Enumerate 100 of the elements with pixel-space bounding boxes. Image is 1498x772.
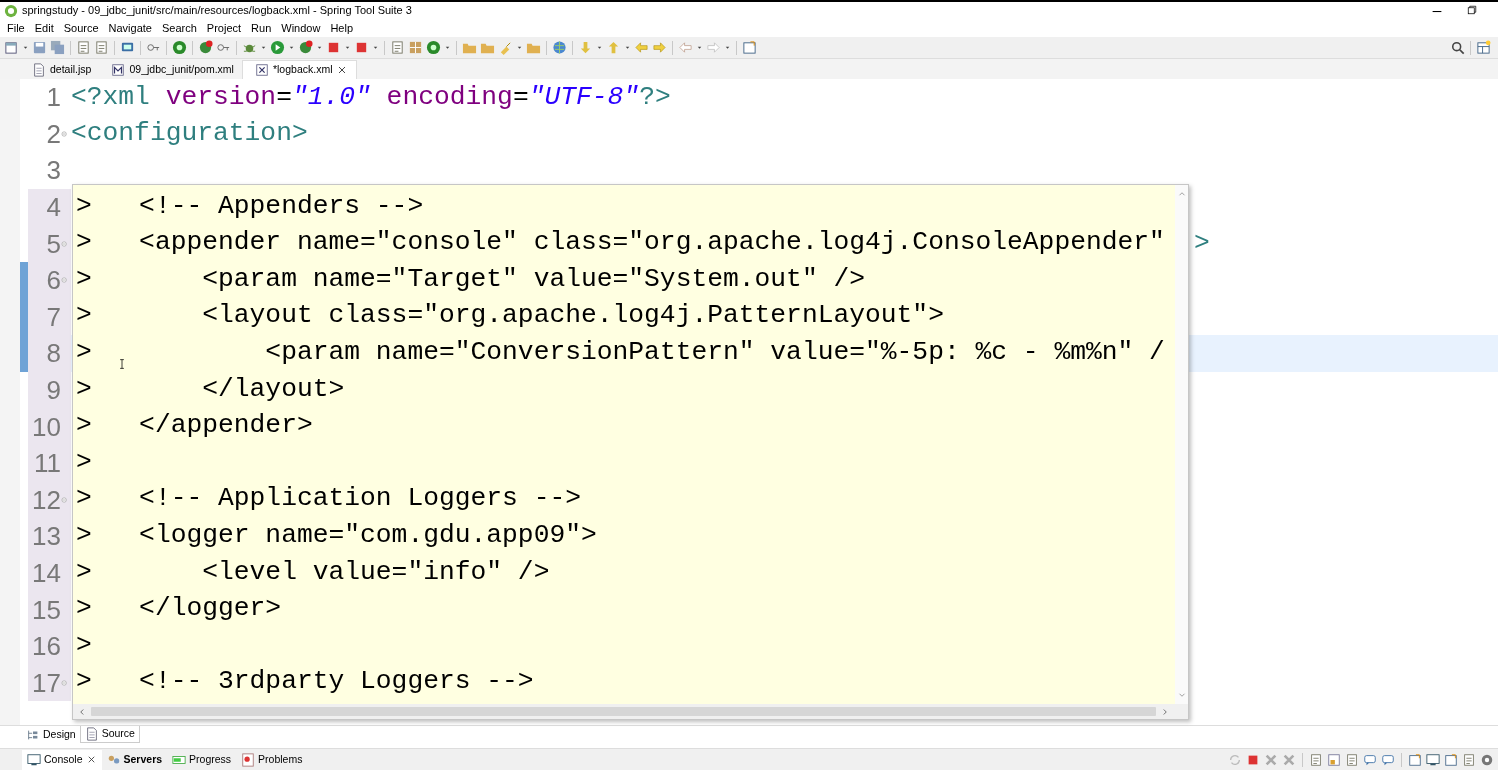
window-icon[interactable]	[742, 40, 757, 55]
whitespace-marker: >	[76, 226, 92, 260]
editor-mode-tab[interactable]: Design	[22, 726, 80, 743]
back-arrow-icon[interactable]	[634, 40, 649, 55]
caret-icon[interactable]	[516, 44, 523, 51]
view-tab[interactable]: Servers	[101, 749, 168, 770]
document-icon[interactable]	[1309, 752, 1323, 767]
stop-icon[interactable]	[326, 40, 341, 55]
ring-icon[interactable]	[426, 40, 441, 55]
view-tab[interactable]: Problems	[236, 749, 308, 770]
whitespace-marker: >	[76, 555, 92, 589]
line-number: 10	[32, 413, 61, 440]
view-tab[interactable]: Progress	[167, 749, 237, 770]
new-file-icon[interactable]	[4, 40, 19, 55]
menu-item[interactable]: Window	[276, 19, 326, 37]
chat-icon[interactable]	[1363, 752, 1377, 767]
caret-icon[interactable]	[260, 44, 267, 51]
save-icon[interactable]	[32, 40, 47, 55]
window-icon[interactable]	[1408, 752, 1422, 767]
xml-file-icon	[254, 63, 269, 77]
caret-icon[interactable]	[288, 44, 295, 51]
line-number: 17	[32, 669, 61, 696]
whitespace-marker: >	[76, 482, 92, 516]
code-line: <logger name="com.gdu.app09">	[139, 518, 597, 552]
problems-icon	[241, 752, 256, 767]
save-all-icon[interactable]	[50, 40, 65, 55]
code-line: <!-- 3rdparty Loggers -->	[139, 665, 534, 699]
gear-icon[interactable]	[1480, 752, 1494, 767]
code-line: <param name="Target" value="System.out" />	[202, 262, 866, 296]
scrollbar-thumb[interactable]	[91, 707, 1156, 716]
lock-icon[interactable]	[1327, 752, 1341, 767]
whitespace-marker: >	[76, 335, 92, 369]
line-number: 12	[32, 486, 61, 513]
search-icon[interactable]	[1451, 40, 1465, 55]
back-arrow-icon[interactable]	[678, 40, 693, 55]
document-icon[interactable]	[76, 40, 91, 55]
caret-icon[interactable]	[724, 44, 731, 51]
badge-icon[interactable]	[198, 40, 213, 55]
forward-arrow-icon[interactable]	[652, 40, 667, 55]
code-line: </layout>	[202, 372, 345, 406]
line-number: 9	[46, 377, 61, 404]
editor-tab[interactable]: *logback.xml	[241, 60, 358, 79]
whitespace-marker: >	[76, 628, 92, 662]
menu-item[interactable]: Run	[246, 19, 277, 37]
caret-icon[interactable]	[696, 44, 703, 51]
line-number: 16	[32, 633, 61, 660]
code-line: >	[1194, 226, 1210, 260]
whitespace-marker: >	[76, 518, 92, 552]
document-icon[interactable]	[94, 40, 109, 55]
line-number: 15	[32, 596, 61, 623]
line-number: 3	[46, 157, 61, 184]
document-icon[interactable]	[1345, 752, 1359, 767]
grid-icon[interactable]	[408, 40, 423, 55]
caret-icon[interactable]	[624, 44, 631, 51]
line-number: 7	[46, 303, 61, 330]
menu-item[interactable]: Search	[157, 19, 202, 37]
restore-icon[interactable]	[1466, 3, 1478, 16]
caret-icon[interactable]	[22, 44, 29, 51]
chat-icon[interactable]	[1381, 752, 1395, 767]
caret-icon[interactable]	[372, 44, 379, 51]
menu-item[interactable]: Navigate	[103, 19, 157, 37]
code-line: <!-- Appenders -->	[139, 189, 424, 223]
menu-item[interactable]: Edit	[29, 19, 59, 37]
stop-icon[interactable]	[354, 40, 369, 55]
whitespace-marker: >	[76, 299, 92, 333]
monitor-icon	[27, 752, 41, 767]
caret-icon[interactable]	[444, 44, 451, 51]
code-line: <layout class="org.apache.log4j.PatternLayout">	[202, 299, 944, 333]
editor-tab[interactable]: detail.jsp	[20, 60, 100, 79]
line-number: 6	[46, 267, 61, 294]
whitespace-marker: >	[76, 592, 92, 626]
window-icon[interactable]	[1444, 752, 1458, 767]
line-number: 4	[46, 194, 61, 221]
line-number: 1	[46, 84, 61, 111]
caret-icon[interactable]	[316, 44, 323, 51]
caret-icon[interactable]	[344, 44, 351, 51]
remove-icon[interactable]	[1264, 752, 1278, 767]
ring-icon[interactable]	[172, 40, 187, 55]
remove-all-icon[interactable]	[1282, 752, 1296, 767]
menu-item[interactable]: Source	[58, 19, 104, 37]
editor-tab[interactable]: 09_jdbc_junit/pom.xml	[99, 60, 242, 79]
run-icon[interactable]	[270, 40, 285, 55]
globe-icon[interactable]	[552, 40, 567, 55]
code-line: </appender>	[139, 409, 313, 443]
record-icon[interactable]	[298, 40, 313, 55]
menu-item[interactable]: Project	[201, 19, 247, 37]
caret-icon[interactable]	[596, 44, 603, 51]
console-icon[interactable]	[1426, 752, 1440, 767]
perspective-icon[interactable]	[1476, 40, 1491, 55]
document-icon[interactable]	[390, 40, 405, 55]
document-icon[interactable]	[1462, 752, 1476, 767]
line-number: 8	[46, 340, 61, 367]
menu-item[interactable]: File	[2, 19, 30, 37]
line-number: 2	[46, 120, 61, 147]
menu-item[interactable]: Help	[325, 19, 359, 37]
page-icon	[84, 727, 99, 741]
editor-mode-tab[interactable]: Source	[79, 726, 140, 743]
code-line: </logger>	[139, 592, 282, 626]
line-number: 13	[32, 523, 61, 550]
view-tab[interactable]: Console	[22, 749, 102, 770]
